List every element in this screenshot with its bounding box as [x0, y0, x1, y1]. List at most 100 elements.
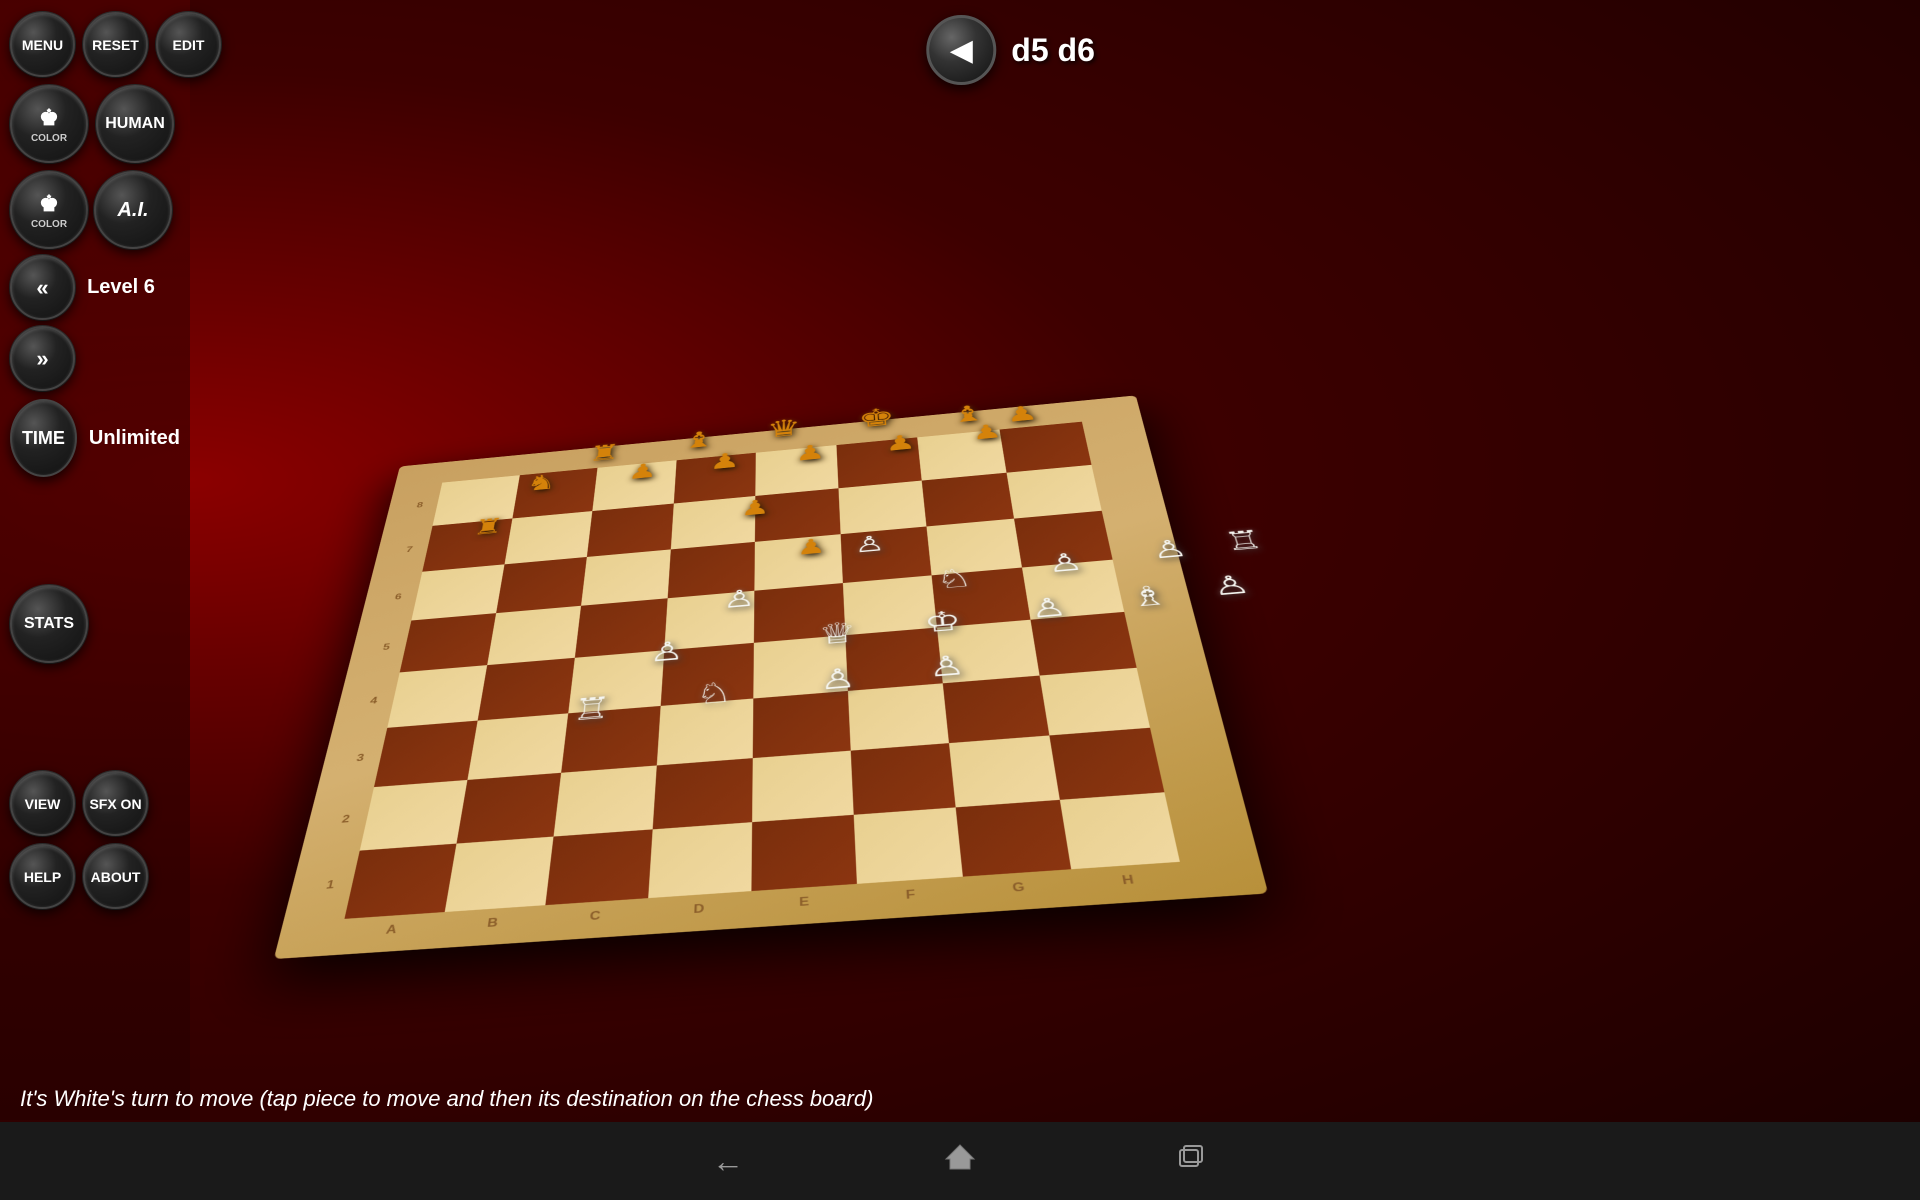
square-C5[interactable] — [575, 598, 667, 657]
time-value: Unlimited — [89, 427, 180, 450]
square-G3[interactable] — [943, 676, 1049, 744]
square-B3[interactable] — [467, 713, 568, 780]
square-D7[interactable] — [670, 496, 755, 549]
square-H3[interactable] — [1039, 668, 1150, 736]
back-move-button[interactable]: ◀ — [926, 15, 996, 85]
square-E3[interactable] — [753, 691, 851, 758]
square-A3[interactable] — [374, 721, 477, 787]
piece-white-bishop-g3[interactable]: ♗ — [1127, 581, 1171, 611]
square-C3[interactable] — [561, 706, 660, 773]
ai-button[interactable]: A.I. — [94, 171, 172, 249]
level-prev-button[interactable]: « — [10, 255, 75, 320]
time-button[interactable]: TIME — [10, 399, 77, 477]
player1-color-button[interactable]: ♚ COLOR — [10, 85, 88, 163]
square-A4[interactable] — [387, 665, 487, 728]
stats-row: STATS — [10, 585, 180, 663]
square-F3[interactable] — [848, 683, 949, 750]
square-H7[interactable] — [1006, 465, 1102, 519]
col-g: G — [964, 878, 1074, 899]
player1-row: ♚ COLOR HUMAN — [10, 85, 180, 163]
square-D4[interactable] — [660, 643, 754, 706]
reset-button[interactable]: RESET — [83, 12, 148, 77]
square-F1[interactable] — [853, 807, 963, 884]
move-notation-area: ◀ d5 d6 — [926, 15, 1095, 85]
square-G2[interactable] — [949, 735, 1059, 807]
top-btn-row: MENU RESET EDIT — [10, 12, 180, 77]
square-B4[interactable] — [477, 658, 575, 721]
square-A2[interactable] — [360, 780, 467, 851]
player2-color-button[interactable]: ♚ COLOR — [10, 171, 88, 249]
square-E1[interactable] — [751, 815, 856, 891]
square-D5[interactable] — [664, 591, 755, 651]
help-button[interactable]: HELP — [10, 844, 75, 909]
player1-type-button[interactable]: HUMAN — [96, 85, 174, 163]
square-F7[interactable] — [838, 481, 926, 535]
left-panel: MENU RESET EDIT ♚ COLOR HUMAN ♚ COLOR A.… — [0, 0, 190, 929]
menu-button[interactable]: MENU — [10, 12, 75, 77]
square-G7[interactable] — [922, 473, 1014, 527]
square-B7[interactable] — [504, 511, 592, 564]
square-E4[interactable] — [753, 635, 847, 698]
square-H4[interactable] — [1030, 612, 1137, 676]
square-F8[interactable] — [836, 437, 922, 488]
board-grid[interactable] — [344, 422, 1179, 919]
square-B2[interactable] — [456, 773, 561, 844]
square-E6[interactable] — [754, 534, 842, 591]
square-B6[interactable] — [496, 557, 587, 613]
row-2: 2 — [334, 788, 356, 852]
square-D3[interactable] — [656, 698, 753, 765]
time-row: TIME Unlimited — [10, 399, 180, 477]
square-D2[interactable] — [652, 758, 753, 829]
square-A5[interactable] — [400, 613, 496, 672]
square-B1[interactable] — [444, 837, 553, 912]
about-button[interactable]: ABOUT — [83, 844, 148, 909]
square-D1[interactable] — [648, 822, 752, 898]
square-F2[interactable] — [850, 743, 955, 815]
piece-white-pawn-g4[interactable]: ♙ — [1149, 536, 1190, 563]
row-1: 1 — [318, 852, 342, 921]
square-H6[interactable] — [1014, 511, 1113, 568]
col-b: B — [441, 914, 545, 934]
square-B5[interactable] — [487, 606, 581, 665]
col-d: D — [646, 900, 751, 920]
square-A7[interactable] — [422, 518, 512, 571]
square-G6[interactable] — [926, 519, 1021, 576]
nav-recent-button[interactable] — [1176, 1142, 1208, 1181]
col-a: A — [340, 921, 443, 941]
square-G5[interactable] — [932, 568, 1031, 628]
square-H1[interactable] — [1059, 792, 1180, 869]
back-arrow-icon: ◀ — [950, 33, 973, 68]
sfx-button[interactable]: SFX ON — [83, 771, 148, 836]
square-F6[interactable] — [840, 526, 931, 583]
row-7: 7 — [401, 527, 418, 573]
king-icon-orange: ♚ — [39, 105, 59, 131]
square-G1[interactable] — [956, 800, 1071, 877]
square-C1[interactable] — [545, 829, 652, 905]
square-D6[interactable] — [667, 542, 755, 598]
square-G4[interactable] — [937, 620, 1039, 684]
square-E7[interactable] — [755, 488, 840, 542]
view-button[interactable]: VIEW — [10, 771, 75, 836]
square-D8[interactable] — [673, 453, 755, 504]
square-C7[interactable] — [587, 504, 674, 557]
square-H5[interactable] — [1022, 560, 1125, 620]
square-E5[interactable] — [754, 583, 845, 643]
level-next-button[interactable]: » — [10, 326, 75, 391]
square-H2[interactable] — [1049, 728, 1164, 800]
row-8: 8 — [411, 484, 427, 528]
stats-button[interactable]: STATS — [10, 585, 88, 663]
square-F4[interactable] — [845, 628, 943, 691]
square-A6[interactable] — [411, 564, 504, 620]
nav-home-button[interactable] — [944, 1141, 976, 1181]
edit-button[interactable]: EDIT — [156, 12, 221, 77]
piece-white-pawn-h3[interactable]: ♙ — [1209, 572, 1253, 600]
square-E2[interactable] — [752, 751, 853, 822]
square-C6[interactable] — [581, 549, 670, 605]
square-C2[interactable] — [554, 765, 657, 836]
square-C4[interactable] — [568, 650, 664, 713]
square-E8[interactable] — [755, 445, 838, 496]
col-h: H — [1072, 871, 1185, 892]
square-A1[interactable] — [344, 844, 456, 919]
nav-back-button[interactable]: ← — [712, 1143, 744, 1180]
square-F5[interactable] — [843, 575, 937, 635]
